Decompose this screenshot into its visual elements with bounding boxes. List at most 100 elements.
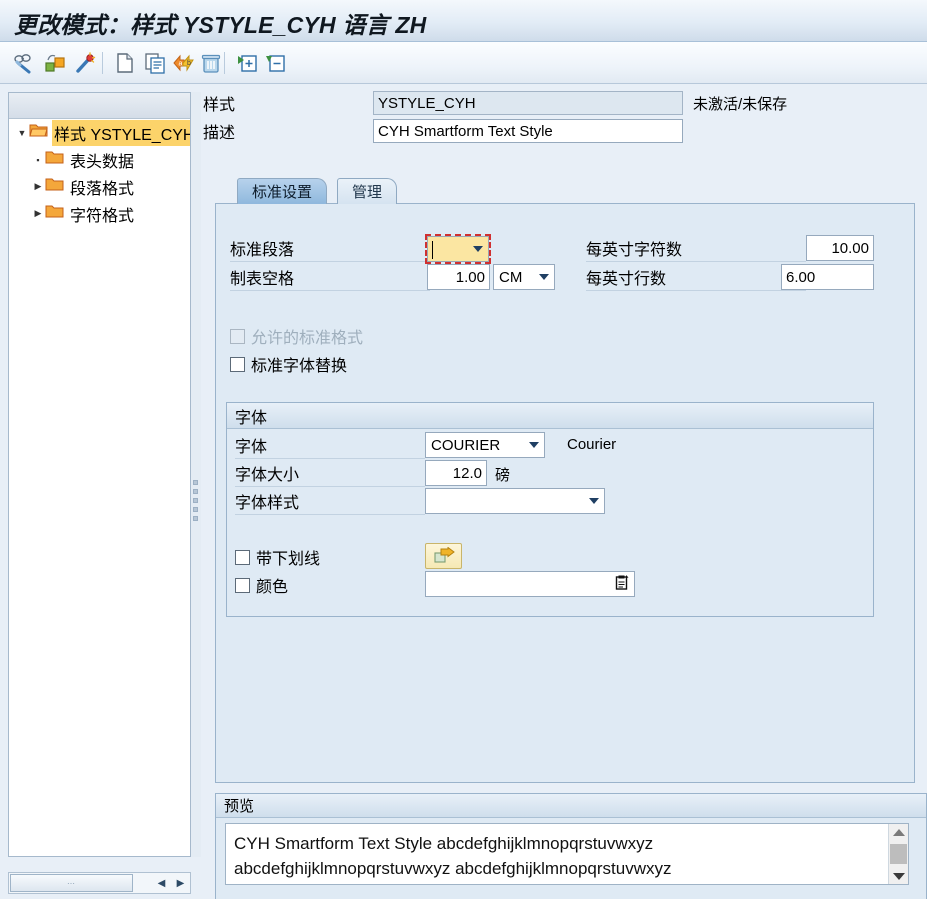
chevron-right-icon[interactable]: ▶ [31,208,45,219]
folder-icon [45,204,64,224]
folder-icon [45,150,64,170]
preview-box: CYH Smartform Text Style abcdefghijklmno… [225,823,909,885]
folder-open-icon [29,123,48,143]
style-row: 样式 未激活/未保存 [203,90,927,116]
display-change-icon[interactable] [8,48,38,78]
splitter-grip[interactable] [193,480,198,525]
rename-icon[interactable]: a b [168,48,198,78]
tree-node-label: 字符格式 [70,207,135,225]
standard-settings-panel: 标准段落 制表空格 1.00 CM 每英寸字符数 10.00 每英寸行数 6.0… [215,203,915,783]
font-size-unit: 磅 [495,467,511,484]
lines-per-inch-input[interactable]: 6.00 [781,264,874,290]
description-row: 描述 [203,118,927,144]
color-checkbox[interactable] [235,577,250,593]
chars-per-inch-input[interactable]: 10.00 [806,235,874,261]
bullet-icon: ▪ [36,154,40,165]
folder-icon [45,177,64,197]
preview-line-1: CYH Smartform Text Style abcdefghijklmno… [234,834,654,853]
main-toolbar: a b [0,42,927,84]
sap-style-editor-window: 更改模式：样式 YSTYLE_CYH 语言 ZH a b ▼ 样式 YSTYLE… [0,0,927,899]
font-style-dropdown[interactable] [425,488,605,514]
tree-node-label: 段落格式 [70,180,135,198]
font-size-row: 字体大小 [235,461,425,487]
scroll-right-button[interactable]: ▶ [171,874,190,892]
allow-standard-format-checkbox [230,328,245,344]
font-row: 字体 [235,433,425,459]
tab-spacing-unit-dropdown[interactable]: CM [493,264,555,290]
style-name-input[interactable] [373,91,683,115]
scrollbar-thumb[interactable] [890,844,907,864]
color-input[interactable] [425,571,635,597]
font-style-row: 字体样式 [235,489,425,515]
chars-per-inch-row: 每英寸字符数 [586,236,806,262]
allow-standard-format-label: 允许的标准格式 [251,330,364,347]
tab-administration[interactable]: 管理 [337,178,398,204]
tree-header [9,93,190,119]
delete-icon[interactable] [196,48,226,78]
preview-line-2: abcdefghijklmnopqrstuvwxyz abcdefghijklm… [234,859,672,878]
header-form: 样式 未激活/未保存 描述 [203,90,927,146]
chevron-down-icon[interactable] [589,498,599,504]
font-label: 字体 [235,434,425,459]
create-icon[interactable] [110,48,140,78]
underline-row: 带下划线 [235,545,320,569]
font-size-input[interactable]: 12.0 [425,460,487,486]
font-group-title: 字体 [227,403,873,429]
chevron-right-icon[interactable]: ▶ [31,181,45,192]
tab-label: 管理 [352,184,383,201]
scroll-left-button[interactable]: ◀ [152,874,171,892]
chars-per-inch-label: 每英寸字符数 [586,237,806,262]
tree-horizontal-scrollbar[interactable]: ⋯ ◀ ▶ [8,872,191,894]
text-cursor [432,241,433,259]
preview-group: 预览 CYH Smartform Text Style abcdefghijkl… [215,793,927,899]
toolbar-separator [102,52,103,74]
activate-icon[interactable] [40,48,70,78]
description-label: 描述 [203,125,236,142]
svg-text:a: a [179,61,183,68]
toolbar-separator-2 [224,52,225,74]
font-size-label: 字体大小 [235,462,425,487]
default-paragraph-dropdown[interactable] [425,234,491,264]
tree-node-header-data[interactable]: ▪ 表头数据 [9,146,190,173]
page-title: 更改模式：样式 YSTYLE_CYH 语言 ZH [14,12,427,38]
tree-body[interactable]: ▼ 样式 YSTYLE_CYH ▪ 表头数据 ▶ 段落格式 ▶ 字符格式 [9,119,190,856]
value-help-icon[interactable] [615,575,629,593]
tab-strip: 标准设置 管理 [203,178,927,204]
tree-node-style-root[interactable]: ▼ 样式 YSTYLE_CYH [9,119,190,146]
standard-font-replace-checkbox[interactable] [230,356,245,372]
font-value: COURIER [431,436,501,454]
scroll-down-button[interactable] [892,868,905,884]
expand-node-icon[interactable] [232,48,262,78]
test-icon[interactable] [70,48,100,78]
preview-text: CYH Smartform Text Style abcdefghijklmno… [226,824,908,881]
tree-node-character-formats[interactable]: ▶ 字符格式 [9,200,190,227]
tree-node-label: 样式 YSTYLE_CYH [52,119,190,146]
preview-title: 预览 [216,794,926,818]
tab-label: 标准设置 [252,184,313,201]
preview-vertical-scrollbar[interactable] [888,824,908,884]
lines-per-inch-label: 每英寸行数 [586,266,806,291]
chevron-down-icon[interactable]: ▼ [15,128,29,138]
tab-spacing-unit-value: CM [499,268,523,286]
tree-node-paragraph-formats[interactable]: ▶ 段落格式 [9,173,190,200]
chevron-down-icon[interactable] [539,274,549,280]
font-dropdown[interactable]: COURIER [425,432,545,458]
underline-settings-icon[interactable] [425,543,462,569]
tab-standard-settings[interactable]: 标准设置 [237,178,328,204]
allow-standard-format-row: 允许的标准格式 [230,324,363,348]
chevron-down-icon[interactable] [529,442,539,448]
underline-checkbox[interactable] [235,549,250,565]
panel-splitter[interactable] [191,92,201,857]
status-badge: 未激活/未保存 [693,95,788,113]
copy-icon[interactable] [140,48,170,78]
default-paragraph-row: 标准段落 [230,236,430,262]
scrollbar-thumb[interactable]: ⋯ [10,874,133,892]
collapse-node-icon[interactable] [260,48,290,78]
default-paragraph-label: 标准段落 [230,237,430,262]
chevron-down-icon[interactable] [473,246,483,252]
tab-spacing-input[interactable]: 1.00 [427,264,490,290]
description-input[interactable] [373,119,683,143]
font-description: Courier [567,436,617,453]
style-label: 样式 [203,97,236,114]
scroll-up-button[interactable] [892,824,905,840]
